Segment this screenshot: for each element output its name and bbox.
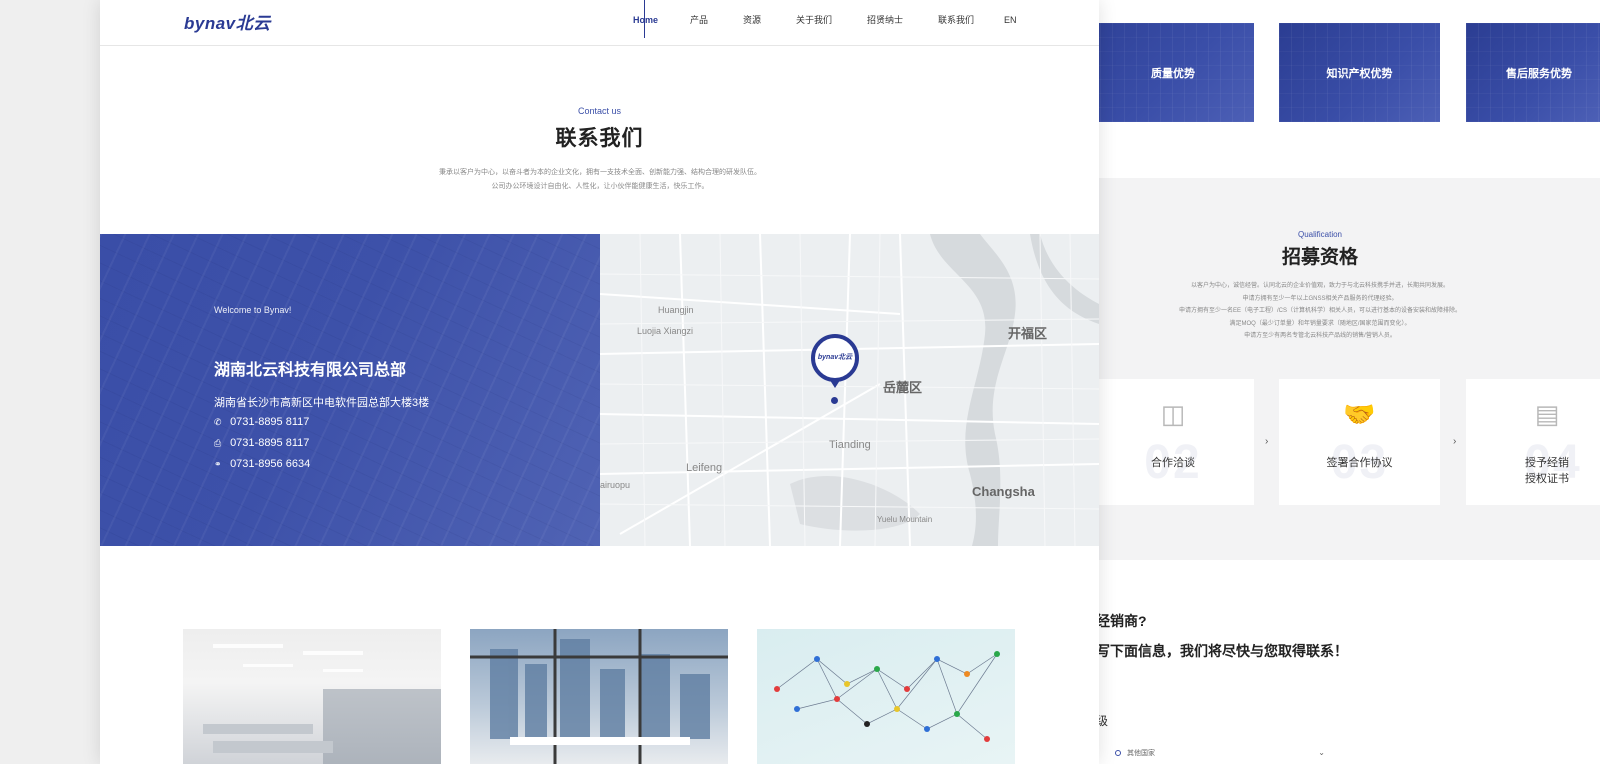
qualification-line: 申请方至少有两名专管北云科技产品线的销售/营销人员。 xyxy=(1244,333,1396,339)
map-label: Huangjin xyxy=(658,305,694,315)
nav-careers[interactable]: 招贤纳士 xyxy=(867,0,903,46)
fax-row: ⎙ 0731-8895 8117 xyxy=(214,437,309,449)
section-desc-line: 公司办公环境设计自由化、人性化，让小伙伴能健康生活，快乐工作。 xyxy=(491,183,709,190)
office-photo xyxy=(183,629,441,764)
map-pin-logo: bynav北云 xyxy=(817,354,853,361)
advantage-card-ip[interactable]: 知识产权优势 xyxy=(1279,23,1440,122)
phone-number: 0731-8895 8117 xyxy=(230,416,310,428)
country-select[interactable]: 其他国家 ⌄ xyxy=(1115,748,1325,762)
headset-icon: ⚭ xyxy=(214,459,222,469)
advantage-label: 售后服务优势 xyxy=(1506,68,1572,80)
certificate-icon: ▤ xyxy=(1534,399,1560,429)
chevron-down-icon: ⌄ xyxy=(1318,748,1325,757)
section-title: 联系我们 xyxy=(555,127,644,150)
nav-language[interactable]: EN xyxy=(1004,0,1017,46)
qualification-section: Qualification 招募资格 以客户为中心，诚信经营。认同北云的企业价值… xyxy=(1040,178,1600,560)
world-network-photo-art xyxy=(774,651,1000,742)
right-page: 质量优势 知识产权优势 售后服务优势 Qualification 招募资格 以客… xyxy=(1040,0,1600,764)
map-label: Leifeng xyxy=(686,462,723,474)
service-number: 0731-8956 6634 xyxy=(230,458,311,470)
step-card-certificate[interactable]: 04 ▤ 授予经销 授权证书 xyxy=(1466,379,1600,505)
map-label: 岳麓区 xyxy=(883,380,923,395)
map-graphic xyxy=(600,234,1099,546)
advantage-label: 知识产权优势 xyxy=(1326,68,1393,80)
qualification-line: 申请方拥有至少一名EE（电子工程）/CS（计算机科学）相关人员，可以进行基本的设… xyxy=(1178,308,1461,314)
nav-home[interactable]: Home xyxy=(633,0,658,46)
section-desc-line: 秉承以客户为中心，以奋斗者为本的企业文化，拥有一支技术全面、创新能力强、结构合理… xyxy=(439,169,761,176)
map-label: Tianding xyxy=(829,439,871,451)
advantage-card-service[interactable]: 售后服务优势 xyxy=(1466,23,1600,122)
phone-icon: ✆ xyxy=(214,417,222,427)
map-pin-icon[interactable]: bynav北云 xyxy=(811,334,859,382)
nav-contact[interactable]: 联系我们 xyxy=(938,0,974,46)
building-background xyxy=(100,234,600,546)
country-select-value: 其他国家 xyxy=(1126,750,1155,757)
handshake-icon: 🤝 xyxy=(1343,399,1376,429)
map-pin-dot xyxy=(831,397,838,404)
river-shape xyxy=(930,234,1016,546)
contact-card: Welcome to Bynav! 湖南北云科技有限公司总部 湖南省长沙市高新区… xyxy=(100,234,600,546)
company-name: 湖南北云科技有限公司总部 xyxy=(214,362,407,379)
service-row: ⚭ 0731-8956 6634 xyxy=(214,458,310,470)
qualification-line: 满足MOQ（最少订单量）和年销量要求（随地区/国家范围而变化）。 xyxy=(1229,320,1411,327)
advantage-label: 质量优势 xyxy=(1151,68,1195,80)
qualification-line: 以客户为中心，诚信经营。认同北云的企业价值观，致力于与北云科技携手并进，长期共同… xyxy=(1190,283,1449,289)
world-network-photo xyxy=(757,629,1015,764)
qualification-desc: 以客户为中心，诚信经营。认同北云的企业价值观，致力于与北云科技携手并进，长期共同… xyxy=(1100,280,1540,343)
step-card-agreement[interactable]: 03 🤝 签署合作协议 xyxy=(1279,379,1440,505)
fax-icon: ⎙ xyxy=(214,438,222,448)
chevron-right-icon: › xyxy=(1453,436,1457,447)
section-en-title: Contact us xyxy=(577,106,622,116)
logo[interactable]: bynav北云 xyxy=(184,9,271,34)
office-photo-art xyxy=(203,644,441,764)
step-label: 合作洽谈 xyxy=(1151,457,1195,469)
map-label: 开福区 xyxy=(1008,326,1048,341)
section-desc: 秉承以客户为中心，以奋斗者为本的企业文化，拥有一支技术全面、创新能力强、结构合理… xyxy=(350,166,850,194)
phone-row: ✆ 0731-8895 8117 xyxy=(214,416,309,428)
fax-number: 0731-8895 8117 xyxy=(230,437,310,449)
qualification-en-title: Qualification xyxy=(1297,230,1343,239)
page-stage: 质量优势 知识产权优势 售后服务优势 Qualification 招募资格 以客… xyxy=(0,0,1600,764)
nav-about[interactable]: 关于我们 xyxy=(796,0,832,46)
city-view-photo-art xyxy=(470,629,728,764)
meeting-icon: ◫ xyxy=(1160,399,1186,429)
map-label: Yuelu Mountain xyxy=(877,515,933,524)
city-view-photo xyxy=(470,629,728,764)
site-header: bynav北云 Home 产品 资源 关于我们 招贤纳士 联系我们 EN xyxy=(100,0,1099,46)
location-map[interactable]: Huangjin Luojia Xiangzi 开福区 岳麓区 Tianding… xyxy=(600,234,1099,546)
step-label: 签署合作协议 xyxy=(1326,457,1393,469)
qualification-line: 申请方拥有至少一年以上GNSS相关产品服务的代理经验。 xyxy=(1242,295,1398,302)
distributor-text: 写下面信息，我们将尽快与您取得联系！ xyxy=(1096,643,1348,659)
radio-icon xyxy=(1115,750,1121,757)
welcome-text: Welcome to Bynav! xyxy=(214,305,292,315)
contact-page: bynav北云 Home 产品 资源 关于我们 招贤纳士 联系我们 EN Con… xyxy=(100,0,1099,764)
qualification-title: 招募资格 xyxy=(1281,247,1358,268)
map-label: airuopu xyxy=(600,480,631,490)
company-address: 湖南省长沙市高新区中电软件园总部大楼3楼 xyxy=(214,397,430,409)
map-label: Changsha xyxy=(972,484,1035,499)
step-label: 授予经销 授权证书 xyxy=(1525,457,1569,485)
distributor-question: 经销商? xyxy=(1096,613,1147,629)
map-label: Luojia Xiangzi xyxy=(637,326,694,336)
nav-products[interactable]: 产品 xyxy=(690,0,708,46)
nav-resources[interactable]: 资源 xyxy=(743,0,761,46)
chevron-right-icon: › xyxy=(1265,436,1269,447)
